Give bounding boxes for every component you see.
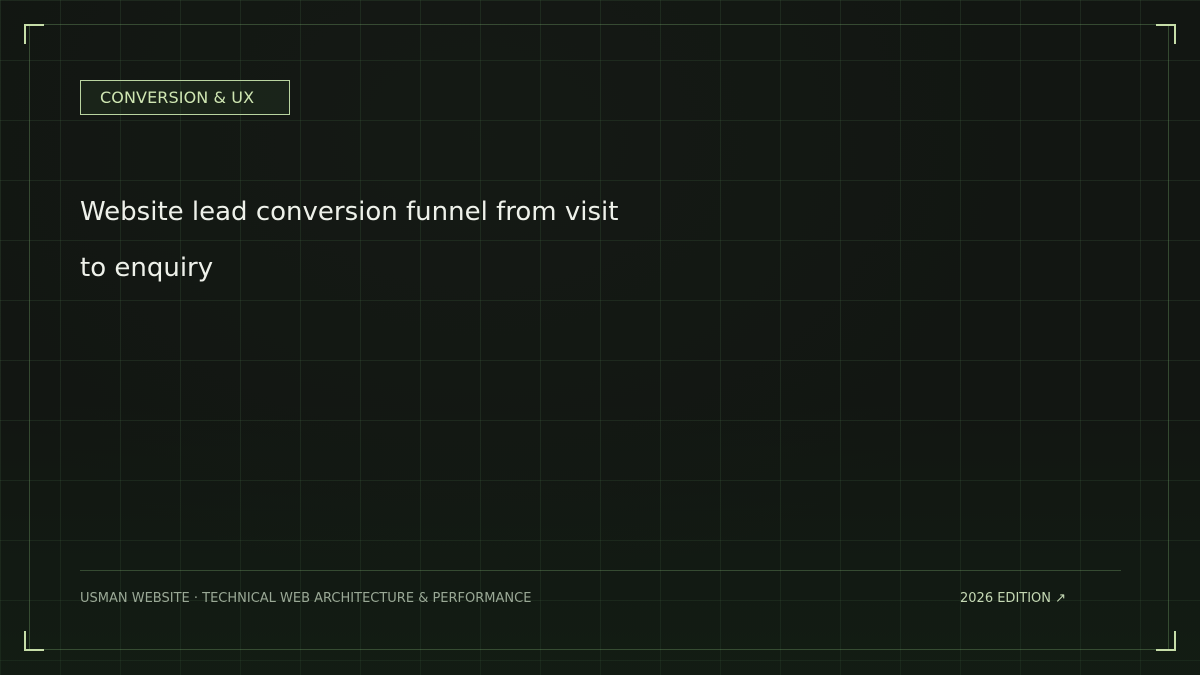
category-tag: CONVERSION & UX <box>80 80 290 115</box>
decorative-frame <box>29 24 1169 650</box>
footer-brand: USMAN WEBSITE · TECHNICAL WEB ARCHITECTU… <box>80 591 532 606</box>
corner-bracket-top-right <box>1156 24 1176 44</box>
corner-bracket-bottom-right <box>1156 631 1176 651</box>
page-title: Website lead conversion funnel from visi… <box>80 197 619 283</box>
footer-divider <box>80 570 1121 571</box>
footer-edition: 2026 EDITION ↗ <box>960 591 1067 606</box>
corner-bracket-top-left <box>24 24 44 44</box>
corner-bracket-bottom-left <box>24 631 44 651</box>
